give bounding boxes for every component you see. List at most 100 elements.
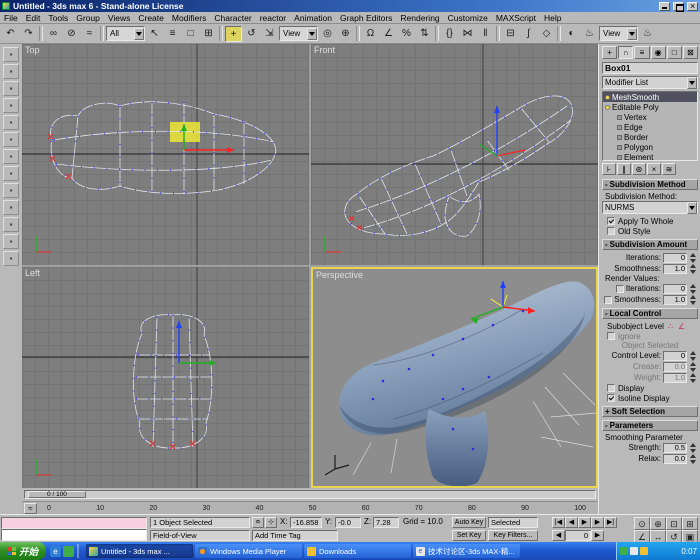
ignore-checkbox[interactable]: Ignore — [602, 331, 698, 341]
viewport-front-label[interactable]: Front — [314, 45, 335, 55]
remove-modifier-icon[interactable]: × — [647, 163, 661, 175]
stack-item-polygon[interactable]: Polygon — [603, 142, 697, 152]
rollout-soft-selection[interactable]: +Soft Selection — [602, 406, 698, 417]
tab-display-icon[interactable]: □ — [667, 46, 682, 59]
select-by-name-icon[interactable]: ≡ — [164, 26, 181, 42]
rollout-local-control[interactable]: -Local Control — [602, 308, 698, 319]
menu-customize[interactable]: Customize — [444, 13, 492, 23]
stack-item-vertex[interactable]: Vertex — [603, 112, 697, 122]
spinner-arrows-icon[interactable] — [689, 373, 696, 383]
relax-spinner[interactable]: Relax:0.0 — [602, 453, 698, 464]
display-checkbox[interactable]: Display — [602, 383, 698, 393]
render-iterations-field[interactable]: 0 — [663, 284, 687, 294]
auto-key-button[interactable]: Auto Key — [452, 517, 486, 528]
spinner-snap-icon[interactable]: ⇅ — [416, 26, 433, 42]
chevron-down-icon[interactable] — [687, 202, 697, 214]
checkbox-checked-icon[interactable] — [607, 217, 615, 225]
key-mode-dropdown[interactable]: Selected — [488, 517, 538, 528]
task-3dsmax[interactable]: Untitled - 3ds max ... — [86, 544, 193, 558]
smoothness-spinner[interactable]: Smoothness:1.0 — [602, 263, 698, 274]
side-toolbar-button-10[interactable]: ▪ — [3, 200, 19, 215]
mini-curve-editor-icon[interactable]: ≈ — [24, 503, 37, 514]
tab-hierarchy-icon[interactable]: ≡ — [634, 46, 649, 59]
zoom-extents-icon[interactable]: ⊡ — [666, 517, 682, 530]
chevron-down-icon[interactable] — [687, 77, 697, 89]
viewport-top[interactable]: Top — [22, 44, 309, 265]
go-to-start-icon[interactable]: |◀ — [552, 517, 565, 528]
show-end-result-icon[interactable]: ∥ — [617, 163, 631, 175]
menu-group[interactable]: Group — [72, 13, 104, 23]
play-icon[interactable]: ▶ — [578, 517, 591, 528]
select-and-manipulate-icon[interactable]: ⊕ — [337, 26, 354, 42]
smoothness-field[interactable]: 1.0 — [663, 264, 687, 274]
select-and-link-icon[interactable]: ∞ — [45, 26, 62, 42]
undo-icon[interactable]: ↶ — [2, 26, 19, 42]
side-toolbar-button-7[interactable]: ▪ — [3, 149, 19, 164]
menu-character[interactable]: Character — [210, 13, 255, 23]
viewport-perspective-label[interactable]: Perspective — [316, 270, 363, 280]
task-media-player[interactable]: Windows Media Player — [195, 544, 302, 558]
crease-field[interactable]: 0.0 — [663, 362, 687, 372]
configure-modifier-sets-icon[interactable]: ≋ — [662, 163, 676, 175]
make-unique-icon[interactable]: ⊛ — [632, 163, 646, 175]
tab-utilities-icon[interactable]: ⊠ — [683, 46, 698, 59]
y-coordinate-field[interactable]: -0.0 — [335, 517, 361, 528]
render-type-dropdown[interactable]: View — [599, 26, 638, 41]
apply-to-whole-checkbox[interactable]: Apply To Whole — [602, 216, 698, 226]
chevron-down-icon[interactable] — [307, 28, 317, 40]
key-filters-button[interactable]: Key Filters... — [488, 530, 538, 541]
unlink-selection-icon[interactable]: ⊘ — [63, 26, 80, 42]
relax-field[interactable]: 0.0 — [663, 454, 687, 464]
menu-help[interactable]: Help — [540, 13, 565, 23]
internet-explorer-icon[interactable]: e — [50, 546, 61, 557]
side-toolbar-button-2[interactable]: ▪ — [3, 64, 19, 79]
layer-manager-icon[interactable]: ⊟ — [502, 26, 519, 42]
rect-selection-region-icon[interactable]: □ — [182, 26, 199, 42]
reference-coordinate-dropdown[interactable]: View — [279, 26, 318, 41]
curve-editor-icon[interactable]: ∫ — [520, 26, 537, 42]
spinner-arrows-icon[interactable] — [689, 351, 696, 361]
iterations-field[interactable]: 0 — [663, 253, 687, 263]
tab-create-icon[interactable]: + — [602, 46, 617, 59]
task-downloads[interactable]: Downloads — [304, 544, 411, 558]
stack-item-element[interactable]: Element — [603, 152, 697, 161]
menu-modifiers[interactable]: Modifiers — [168, 13, 210, 23]
side-toolbar-button-8[interactable]: ▪ — [3, 166, 19, 181]
viewport-left-label[interactable]: Left — [25, 268, 40, 278]
tray-network-icon[interactable] — [640, 547, 648, 555]
schematic-view-icon[interactable]: ◇ — [538, 26, 555, 42]
menu-graph-editors[interactable]: Graph Editors — [336, 13, 396, 23]
time-slider-track[interactable]: 0 / 100 — [24, 490, 596, 499]
menu-maxscript[interactable]: MAXScript — [492, 13, 540, 23]
tray-shield-icon[interactable] — [620, 547, 628, 555]
spinner-arrows-icon[interactable] — [689, 362, 696, 372]
object-name-field[interactable]: Box01 — [602, 62, 698, 74]
quick-render-icon[interactable]: ♨ — [639, 26, 656, 42]
select-and-move-icon[interactable]: + — [225, 26, 242, 42]
selection-filter-dropdown[interactable]: All — [106, 26, 145, 41]
align-icon[interactable]: ‖ — [477, 26, 494, 42]
rollout-subdivision-amount[interactable]: -Subdivision Amount — [602, 239, 698, 250]
spinner-arrows-icon[interactable] — [689, 284, 696, 294]
side-toolbar-button-9[interactable]: ▪ — [3, 183, 19, 198]
menu-reactor[interactable]: reactor — [256, 13, 290, 23]
stack-item-editable-poly[interactable]: Editable Poly — [603, 102, 697, 112]
chevron-down-icon[interactable] — [134, 28, 144, 40]
weight-field[interactable]: 1.0 — [663, 373, 687, 383]
stack-item-border[interactable]: Border — [603, 132, 697, 142]
redo-icon[interactable]: ↷ — [20, 26, 37, 42]
render-scene-icon[interactable]: ♨ — [581, 26, 598, 42]
minimize-button[interactable] — [659, 2, 670, 11]
stack-item-edge[interactable]: Edge — [603, 122, 697, 132]
viewport-perspective-active[interactable]: Perspective — [311, 267, 598, 488]
tray-volume-icon[interactable] — [630, 547, 638, 555]
spinner-arrows-icon[interactable] — [689, 264, 696, 274]
control-level-field[interactable]: 0 — [663, 351, 687, 361]
x-coordinate-field[interactable]: -16.858 — [290, 517, 322, 528]
crease-spinner[interactable]: Crease:0.0 — [602, 361, 698, 372]
menu-views[interactable]: Views — [104, 13, 135, 23]
side-toolbar-button-5[interactable]: ▪ — [3, 115, 19, 130]
spinner-arrows-icon[interactable] — [689, 253, 696, 263]
bind-to-space-warp-icon[interactable]: ≈ — [81, 26, 98, 42]
checkbox-icon[interactable] — [607, 384, 615, 392]
